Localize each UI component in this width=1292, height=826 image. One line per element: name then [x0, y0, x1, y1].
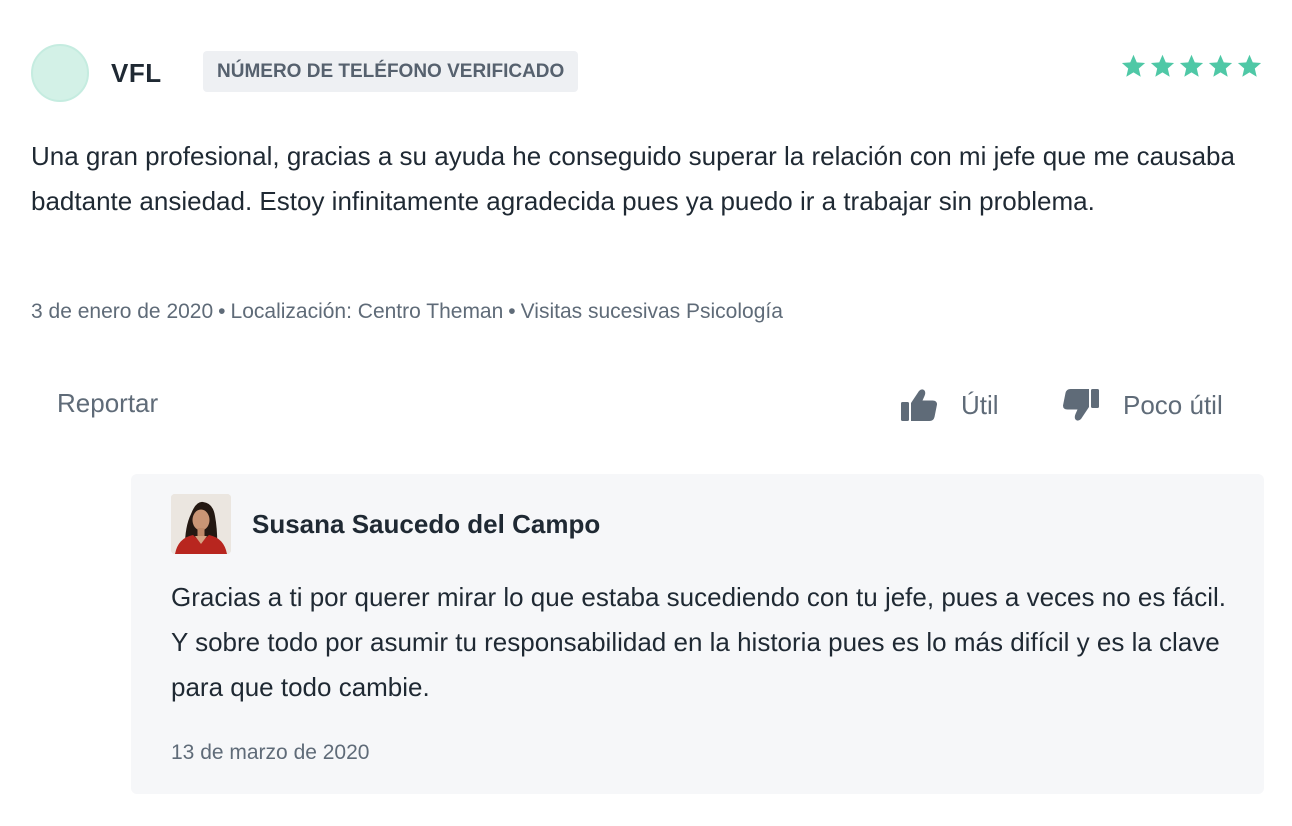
not-useful-button[interactable]: Poco útil — [1061, 383, 1223, 427]
meta-separator: • — [218, 300, 226, 323]
doctor-portrait-image — [171, 494, 231, 554]
reply-text: Gracias a ti por querer mirar lo que est… — [171, 582, 1227, 702]
useful-label: Útil — [961, 389, 999, 420]
star-icon — [1237, 54, 1262, 77]
review-meta: 3 de enero de 2020 • Localización: Centro … — [31, 300, 783, 324]
review-location: Localización: Centro Theman — [230, 300, 504, 323]
star-icon — [1150, 54, 1175, 77]
verified-phone-badge: NÚMERO DE TELÉFONO VERIFICADO — [203, 51, 579, 92]
meta-separator: • — [508, 300, 516, 323]
star-icon — [1121, 54, 1146, 77]
reply-date: 13 de marzo de 2020 — [171, 741, 370, 764]
professional-reply: Susana Saucedo del Campo Gracias a ti po… — [131, 474, 1264, 794]
review-card: VFL NÚMERO DE TELÉFONO VERIFICADO Una gr… — [0, 0, 1292, 826]
star-icon — [1179, 54, 1204, 77]
thumbs-up-icon — [901, 389, 937, 421]
review-date: 3 de enero de 2020 — [31, 300, 214, 323]
review-header: VFL NÚMERO DE TELÉFONO VERIFICADO — [31, 44, 1263, 106]
report-link[interactable]: Reportar — [57, 388, 158, 419]
visit-type: Visitas sucesivas Psicología — [520, 300, 783, 323]
doctor-photo — [171, 494, 231, 554]
avatar — [31, 44, 89, 102]
not-useful-label: Poco útil — [1123, 389, 1223, 420]
reviewer-name: VFL — [111, 58, 162, 88]
review-text: Una gran profesional, gracias a su ayuda… — [31, 141, 1235, 216]
thumbs-down-icon — [1063, 389, 1099, 421]
star-icon — [1208, 54, 1233, 77]
star-rating — [1120, 53, 1263, 80]
useful-button[interactable]: Útil — [899, 383, 999, 427]
reply-author-name: Susana Saucedo del Campo — [252, 509, 601, 539]
